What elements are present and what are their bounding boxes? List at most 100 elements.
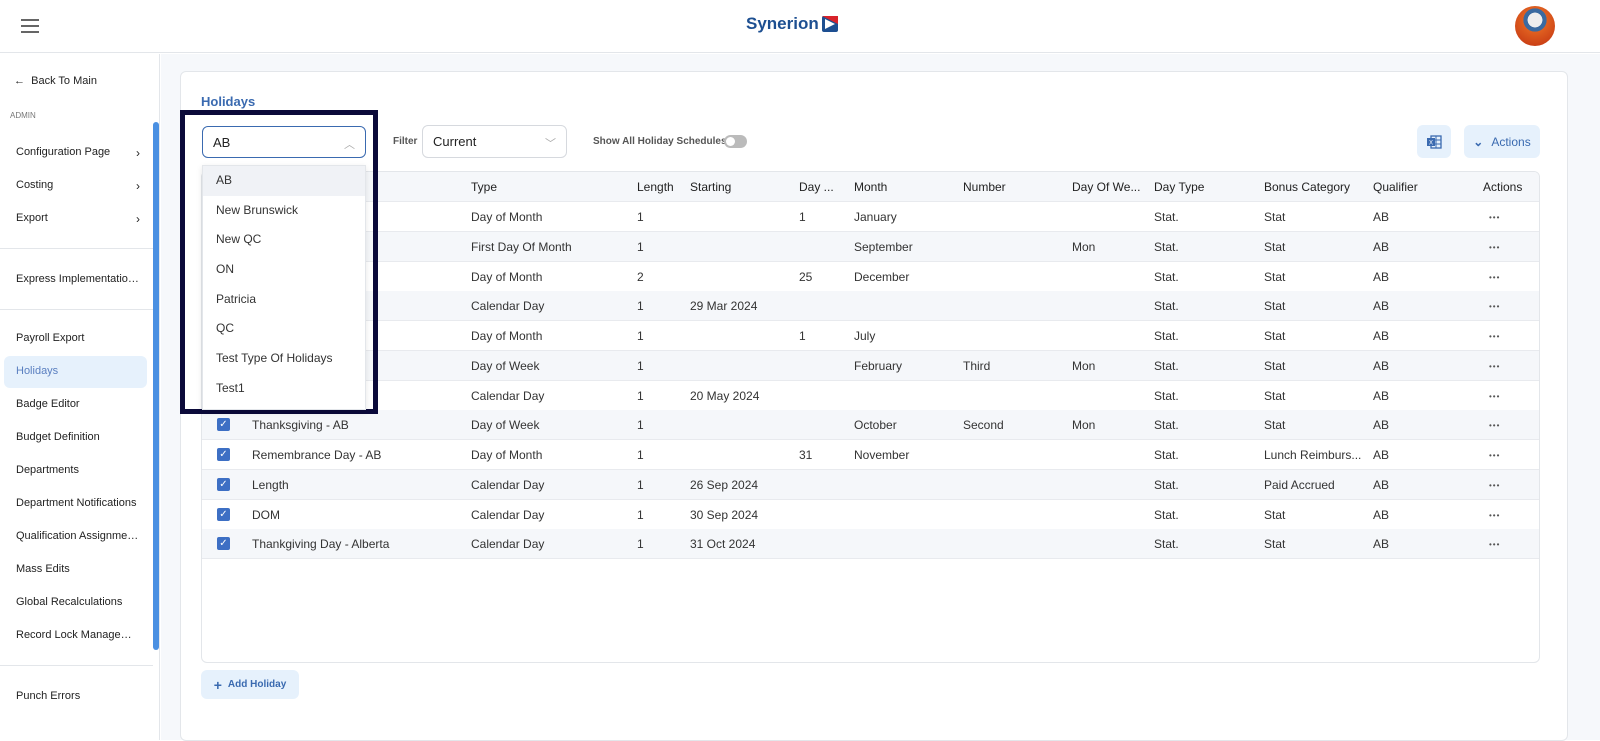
back-to-main-link[interactable]: ← Back To Main bbox=[14, 75, 138, 87]
more-options-icon[interactable]: ••• bbox=[1489, 421, 1500, 430]
more-options-icon[interactable]: ••• bbox=[1489, 273, 1500, 282]
table-row[interactable]: ✓Day of Month11JulyStat.StatAB••• bbox=[202, 321, 1539, 351]
holiday-schedule-select[interactable]: AB ︿ bbox=[202, 126, 366, 158]
dropdown-option[interactable]: New Brunswick bbox=[203, 196, 365, 226]
row-checkbox[interactable]: ✓ bbox=[217, 477, 230, 491]
sidebar-item-badge-editor[interactable]: Badge Editor bbox=[16, 398, 140, 410]
hamburger-icon[interactable] bbox=[21, 19, 39, 33]
more-options-icon[interactable]: ••• bbox=[1489, 481, 1500, 490]
table-cell: 1 bbox=[637, 448, 644, 462]
column-header[interactable]: Type bbox=[471, 180, 497, 194]
table-cell: Day of Week bbox=[471, 358, 540, 373]
table-cell: Stat. bbox=[1154, 507, 1179, 522]
table-cell: AB bbox=[1373, 537, 1390, 552]
sidebar-item-holidays[interactable]: Holidays bbox=[16, 365, 140, 377]
more-options-icon[interactable]: ••• bbox=[1489, 243, 1500, 252]
table-cell: Stat bbox=[1264, 507, 1286, 522]
sidebar-item-department-notifications[interactable]: Department Notifications bbox=[16, 497, 140, 509]
more-options-icon[interactable]: ••• bbox=[1489, 332, 1500, 341]
column-header[interactable]: Actions bbox=[1483, 180, 1522, 194]
sidebar-item-mass-edits[interactable]: Mass Edits bbox=[16, 563, 140, 575]
table-cell: 1 bbox=[637, 358, 644, 373]
table-cell: 30 Sep 2024 bbox=[690, 507, 759, 522]
table-cell: December bbox=[854, 269, 910, 284]
sidebar-scrollbar[interactable] bbox=[153, 122, 159, 650]
divider bbox=[0, 665, 153, 666]
table-cell: Stat. bbox=[1154, 239, 1179, 254]
column-header[interactable]: Day ... bbox=[799, 180, 834, 194]
add-holiday-button[interactable]: + Add Holiday bbox=[201, 670, 299, 699]
more-options-icon[interactable]: ••• bbox=[1489, 362, 1500, 371]
dropdown-option[interactable]: New QC bbox=[203, 225, 365, 255]
sidebar-item-departments[interactable]: Departments bbox=[16, 464, 140, 476]
table-row[interactable]: ✓Day of Month225DecemberStat.StatAB••• bbox=[202, 262, 1539, 292]
table-cell: 26 Sep 2024 bbox=[690, 477, 759, 492]
table-row[interactable]: ✓Day of Month11JanuaryStat.StatAB••• bbox=[202, 202, 1539, 232]
chevron-down-icon: ﹀ bbox=[545, 138, 556, 150]
table-cell: October bbox=[854, 418, 897, 433]
table-row[interactable]: ✓Calendar Day120 May 2024Stat.StatAB••• bbox=[202, 381, 1539, 411]
column-header[interactable]: Bonus Category bbox=[1264, 180, 1350, 194]
column-header[interactable]: Month bbox=[854, 180, 887, 194]
sidebar-item-label: Punch Errors bbox=[16, 690, 81, 702]
logo-mark-icon bbox=[821, 16, 838, 32]
dropdown-option[interactable]: Test1 bbox=[203, 374, 365, 404]
table-cell: AB bbox=[1373, 388, 1390, 403]
table-row[interactable]: ✓First Day Of Month1SeptemberMonStat.Sta… bbox=[202, 231, 1539, 262]
sidebar-item-label: Costing bbox=[16, 179, 54, 191]
row-checkbox[interactable]: ✓ bbox=[217, 418, 230, 432]
column-header[interactable]: Day Type bbox=[1154, 180, 1204, 194]
dropdown-option[interactable]: AB bbox=[203, 166, 365, 196]
more-options-icon[interactable]: ••• bbox=[1489, 511, 1500, 520]
table-cell: 1 bbox=[799, 329, 806, 343]
column-header[interactable]: Day Of We... bbox=[1072, 180, 1140, 194]
table-cell: Mon bbox=[1072, 418, 1096, 433]
actions-button[interactable]: ⌄ Actions bbox=[1464, 125, 1540, 158]
column-header[interactable]: Starting bbox=[690, 180, 731, 194]
table-row[interactable]: ✓ Remembrance Day - AB Day of Month 1 31 Nove… bbox=[202, 440, 1539, 470]
row-checkbox[interactable]: ✓ bbox=[217, 448, 230, 461]
table-row[interactable]: ✓Day of Week1FebruaryThirdMonStat.StatAB… bbox=[202, 350, 1539, 381]
table-cell: 1 bbox=[637, 388, 644, 403]
dropdown-option[interactable]: Test Type Of Holidays bbox=[203, 344, 365, 374]
sidebar-item-record-lock-management[interactable]: Record Lock Management bbox=[16, 629, 140, 641]
column-header[interactable]: Qualifier bbox=[1373, 180, 1418, 194]
sidebar-item-global-recalculations[interactable]: Global Recalculations bbox=[16, 596, 140, 608]
dropdown-option[interactable]: ON bbox=[203, 255, 365, 285]
column-header[interactable]: Number bbox=[963, 180, 1006, 194]
export-excel-button[interactable]: X bbox=[1417, 125, 1451, 158]
sidebar-item-punch-errors[interactable]: Punch Errors bbox=[16, 690, 140, 702]
dropdown-option[interactable]: QC bbox=[203, 314, 365, 344]
more-options-icon[interactable]: ••• bbox=[1489, 451, 1500, 460]
more-options-icon[interactable]: ••• bbox=[1489, 392, 1500, 401]
table-row[interactable]: ✓ Length Calendar Day 1 26 Sep 2024 Stat. Paid… bbox=[202, 469, 1539, 500]
sidebar-item-express-implementation-p[interactable]: Express Implementation P... bbox=[16, 273, 140, 285]
table-row[interactable]: ✓ Thankgiving Day - Alberta Calendar Day 1 3… bbox=[202, 529, 1539, 560]
row-checkbox[interactable]: ✓ bbox=[217, 507, 230, 521]
sidebar-item-export[interactable]: Export › bbox=[16, 212, 140, 224]
more-options-icon[interactable]: ••• bbox=[1489, 302, 1500, 311]
sidebar-item-costing[interactable]: Costing › bbox=[16, 179, 140, 191]
more-options-icon[interactable]: ••• bbox=[1489, 540, 1500, 549]
sidebar-item-configuration-page[interactable]: Configuration Page › bbox=[16, 146, 140, 158]
more-options-icon[interactable]: ••• bbox=[1489, 213, 1500, 222]
table-cell: Stat bbox=[1264, 269, 1286, 284]
sidebar-item-payroll-export[interactable]: Payroll Export bbox=[16, 332, 140, 344]
sidebar-item-budget-definition[interactable]: Budget Definition bbox=[16, 431, 140, 443]
sidebar-item-qualification-assignments[interactable]: Qualification Assignments bbox=[16, 530, 140, 542]
table-cell: 1 bbox=[637, 210, 644, 224]
table-row[interactable]: ✓ Thanksgiving - AB Day of Week 1 October Sec… bbox=[202, 410, 1539, 441]
filter-select[interactable]: Current ﹀ bbox=[422, 125, 567, 158]
table-cell: Stat bbox=[1264, 537, 1286, 552]
dropdown-option[interactable]: Patricia bbox=[203, 285, 365, 315]
show-all-toggle[interactable] bbox=[724, 135, 747, 148]
column-header[interactable]: Length bbox=[637, 180, 674, 194]
table-cell: Calendar Day bbox=[471, 507, 545, 522]
row-checkbox[interactable]: ✓ bbox=[217, 537, 230, 551]
table-cell: Stat. bbox=[1154, 329, 1179, 343]
avatar[interactable] bbox=[1515, 6, 1555, 46]
table-row[interactable]: ✓ DOM Calendar Day 1 30 Sep 2024 Stat. Stat AB •… bbox=[202, 500, 1539, 530]
sidebar-item-label: Department Notifications bbox=[16, 497, 137, 509]
table-row[interactable]: ✓Calendar Day129 Mar 2024Stat.StatAB••• bbox=[202, 291, 1539, 322]
divider bbox=[0, 248, 153, 249]
